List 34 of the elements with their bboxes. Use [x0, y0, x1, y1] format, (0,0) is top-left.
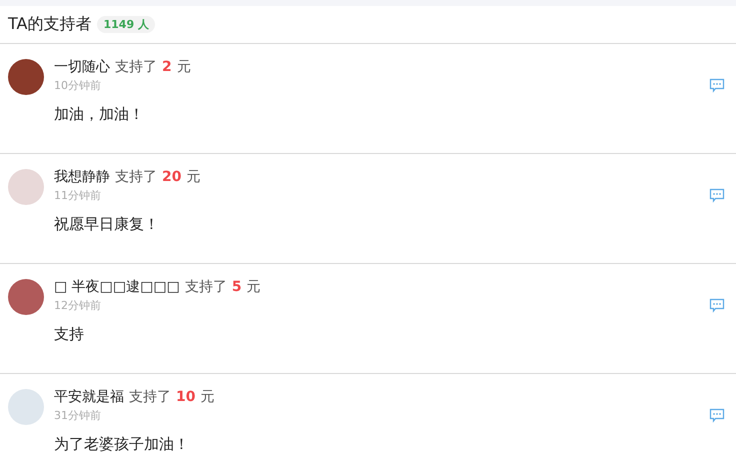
time-label: 31分钟前 [54, 408, 102, 423]
message-text: 加油，加油！ [54, 105, 145, 124]
message-text: 祝愿早日康复！ [54, 215, 160, 234]
time-label: 12分钟前 [54, 298, 102, 313]
amount: 5 [232, 279, 242, 295]
supporter-name: 我想静静 [54, 168, 110, 186]
comment-icon[interactable] [709, 78, 725, 93]
time-label: 10分钟前 [54, 78, 102, 93]
avatar [8, 169, 44, 205]
action-label: 支持了 [115, 168, 157, 186]
supporter-name: 一切随心 [54, 58, 110, 76]
action-label: 支持了 [184, 278, 227, 296]
action-label: 支持了 [115, 58, 157, 76]
currency-label: 元 [176, 58, 191, 76]
avatar [8, 279, 44, 315]
currency-label: 元 [200, 388, 214, 406]
amount: 20 [162, 169, 182, 185]
supporter-name: □ 半夜□□逮□□□ [54, 278, 180, 296]
supporter-count-badge: 1149 人 [97, 16, 155, 33]
comment-icon[interactable] [709, 298, 725, 313]
comment-icon[interactable] [709, 408, 725, 423]
supporter-name: 平安就是福 [54, 388, 124, 406]
currency-label: 元 [186, 168, 200, 186]
avatar [8, 389, 44, 425]
time-label: 11分钟前 [54, 188, 102, 203]
supporters-title: TA的支持者 [8, 14, 92, 35]
amount: 10 [176, 389, 196, 405]
action-label: 支持了 [129, 388, 171, 406]
message-text: 为了老婆孩子加油！ [54, 435, 190, 454]
comment-icon[interactable] [709, 188, 725, 203]
currency-label: 元 [246, 278, 261, 296]
message-text: 支持 [54, 325, 85, 344]
avatar [8, 59, 44, 95]
amount: 2 [162, 59, 172, 75]
